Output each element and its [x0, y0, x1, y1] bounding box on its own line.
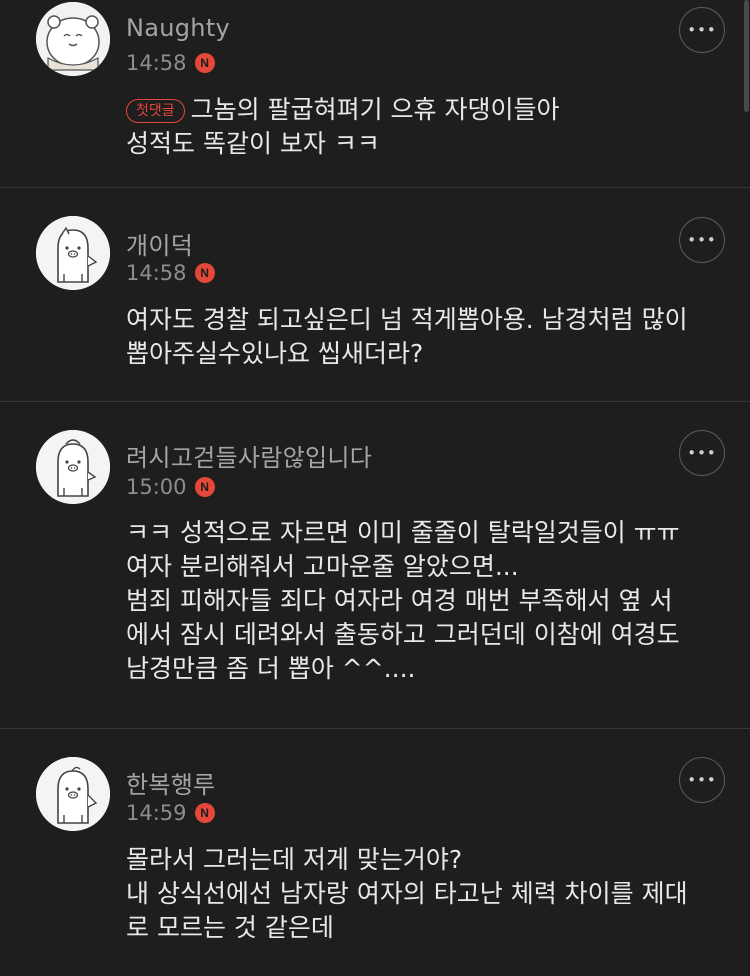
pig-character-icon — [36, 757, 110, 831]
avatar[interactable] — [36, 430, 110, 504]
first-comment-badge: 첫댓글 — [126, 99, 185, 123]
comment-meta: 15:00 N — [126, 474, 215, 500]
timestamp: 14:58 — [126, 51, 187, 75]
comment-item: 려시고걷들사람않입니다 15:00 N ••• ㅋㅋ 성적으로 자르면 이미 줄… — [0, 402, 750, 729]
timestamp: 14:58 — [126, 261, 187, 285]
comment-item: 개이덕 14:58 N ••• 여자도 경찰 되고싶은디 넘 적게뽑아용. 남경… — [0, 188, 750, 402]
more-options-button[interactable]: ••• — [679, 757, 725, 803]
timestamp: 14:59 — [126, 801, 187, 825]
comment-body: 그놈의 팔굽혀펴기 으휴 자댕이들아 성적도 똑같이 보자 ㅋㅋ — [126, 95, 560, 158]
avatar[interactable] — [36, 216, 110, 290]
nickname[interactable]: 개이덕 — [126, 226, 193, 261]
mascot-avatar-icon — [36, 2, 110, 76]
comment-text: 몰라서 그러는데 저게 맞는거야? 내 상식선에선 남자랑 여자의 타고난 체력… — [126, 845, 688, 942]
avatar[interactable] — [36, 2, 110, 76]
new-badge-icon: N — [194, 263, 215, 283]
nickname[interactable]: 려시고걷들사람않입니다 — [126, 438, 372, 473]
new-badge-icon: N — [194, 803, 215, 823]
more-options-button[interactable]: ••• — [679, 430, 725, 476]
more-options-button[interactable]: ••• — [679, 7, 725, 53]
comment-meta: 14:59 N — [126, 800, 215, 826]
comment-text: ㅋㅋ 성적으로 자르면 이미 줄줄이 탈락일것들이 ㅠㅠ 여자 분리해줘서 고마… — [126, 518, 680, 683]
pig-character-icon — [36, 216, 110, 290]
comment-item: 한복행루 14:59 N ••• 몰라서 그러는데 저게 맞는거야? 내 상식선… — [0, 729, 750, 976]
avatar[interactable] — [36, 757, 110, 831]
timestamp: 15:00 — [126, 475, 187, 499]
comment-meta: 14:58 N — [126, 260, 215, 286]
comment-text: 첫댓글 그놈의 팔굽혀펴기 으휴 자댕이들아 성적도 똑같이 보자 ㅋㅋ — [126, 93, 726, 161]
new-badge-icon: N — [194, 53, 215, 73]
comment-text: 여자도 경찰 되고싶은디 넘 적게뽑아용. 남경처럼 많이 뽑아주실수있나요 씹… — [126, 305, 688, 368]
comment-meta: 14:58 N — [126, 50, 215, 76]
more-options-button[interactable]: ••• — [679, 217, 725, 263]
pig-character-icon — [36, 430, 110, 504]
nickname[interactable]: Naughty — [126, 14, 230, 42]
new-badge-icon: N — [194, 477, 215, 497]
nickname[interactable]: 한복행루 — [126, 765, 216, 800]
comment-item: Naughty 14:58 N ••• 첫댓글 그놈의 팔굽혀펴기 으휴 자댕이들… — [0, 0, 750, 188]
